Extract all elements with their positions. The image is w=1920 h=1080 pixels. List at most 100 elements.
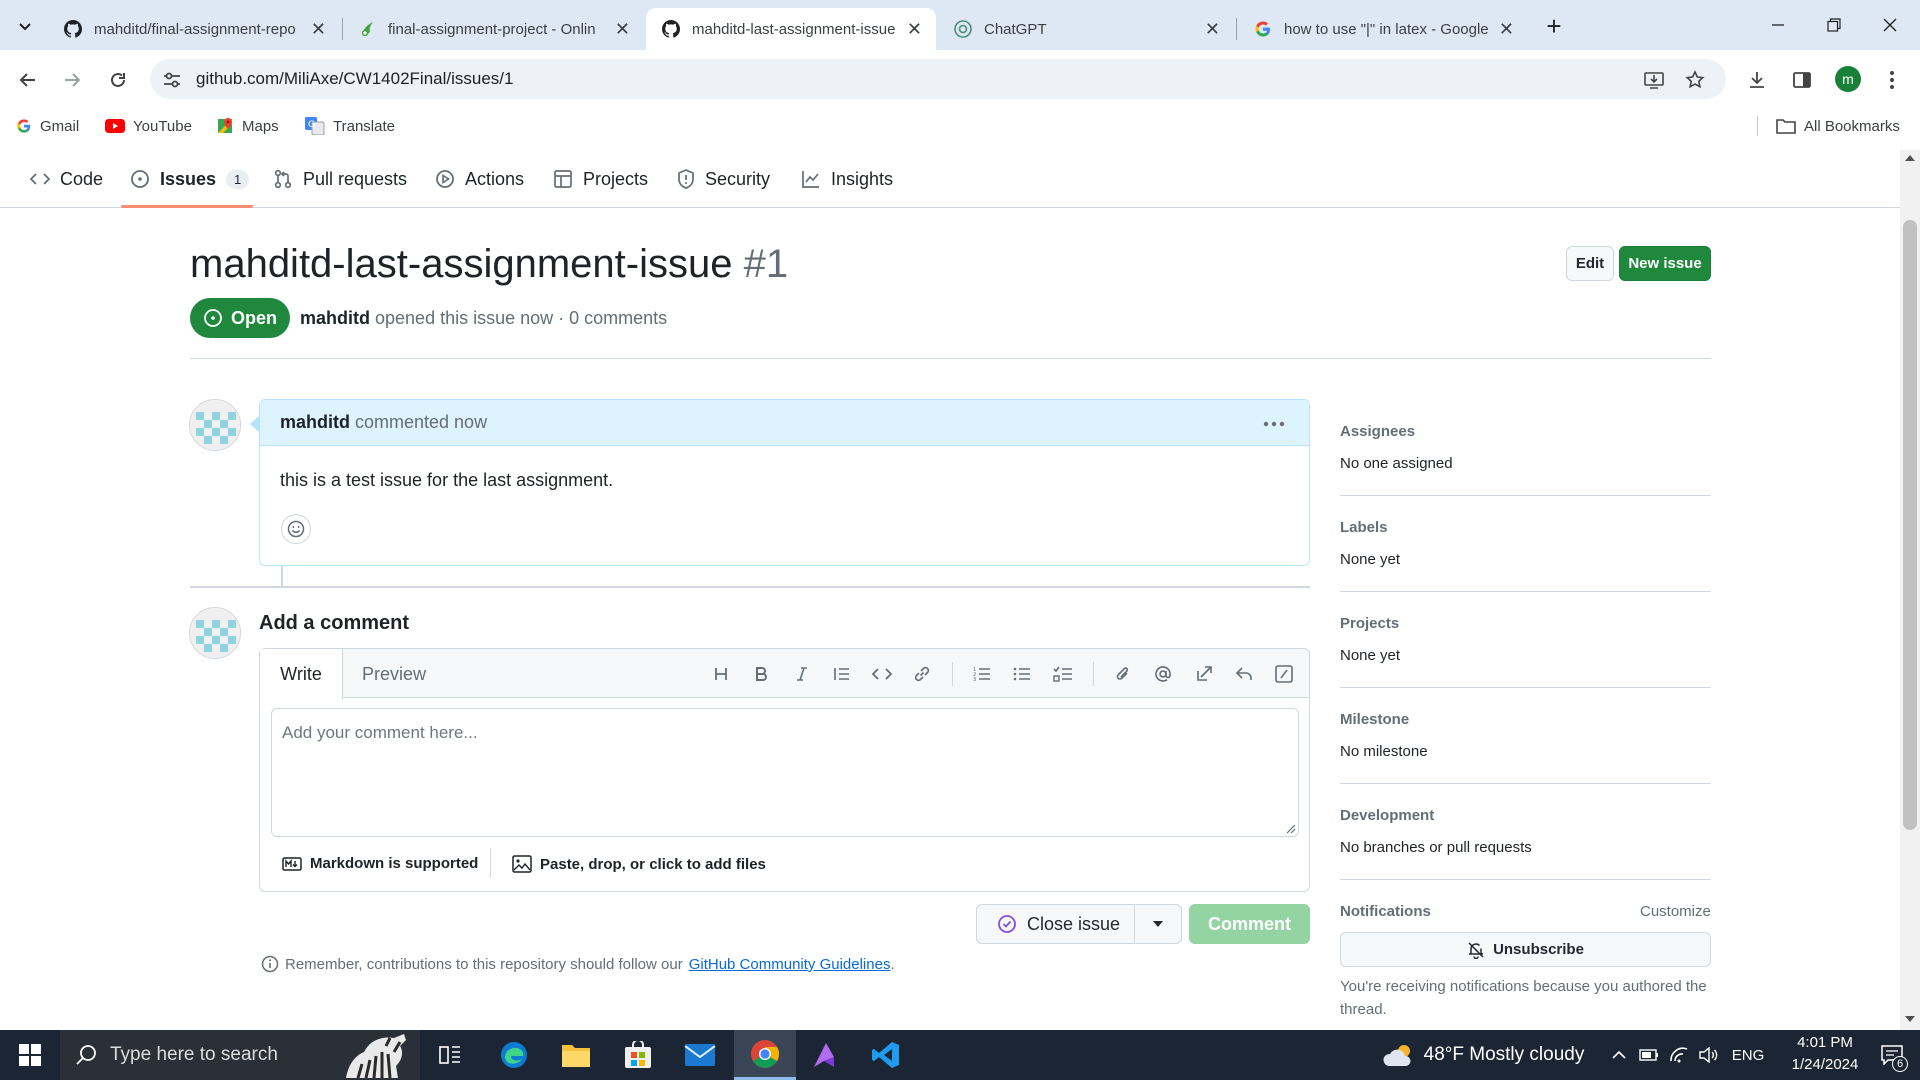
add-reaction-button[interactable] [281,514,311,544]
new-issue-button[interactable]: New issue [1619,246,1711,281]
new-tab-button[interactable]: + [1538,10,1570,42]
nav-tab-security[interactable]: Security [677,150,770,208]
comment-textarea[interactable]: Add your comment here... [271,708,1299,837]
comment-author[interactable]: mahditd [280,412,350,433]
nav-tab-insights[interactable]: Insights [801,150,893,208]
resize-handle-icon[interactable] [1286,824,1296,834]
back-button[interactable] [12,64,44,96]
tab-preview[interactable]: Preview [344,649,444,699]
bookmark-youtube[interactable]: YouTube [105,108,192,144]
battery-indicator[interactable] [1634,1030,1664,1080]
link-button[interactable] [907,660,937,688]
nav-tab-projects[interactable]: Projects [553,150,648,208]
avatar[interactable] [189,399,241,451]
nav-tab-code[interactable]: Code [30,150,103,208]
close-issue-dropdown-button[interactable] [1135,905,1181,943]
close-icon[interactable]: ✕ [1205,19,1220,40]
scroll-down-arrow-icon[interactable] [1905,1016,1915,1022]
unsubscribe-button[interactable]: Unsubscribe [1340,932,1711,967]
sidebar-labels-heading[interactable]: Labels [1340,519,1388,536]
sidebar-development-heading[interactable]: Development [1340,807,1434,824]
bookmark-translate[interactable]: G Translate [305,108,395,144]
store-icon [625,1041,651,1068]
taskbar-app-vscode[interactable] [858,1030,914,1080]
taskbar-app-chrome[interactable] [734,1030,796,1080]
close-icon[interactable]: ✕ [615,19,630,40]
taskbar-app-store[interactable] [610,1030,666,1080]
bookmark-star-button[interactable] [1681,66,1709,94]
bookmark-gmail[interactable]: Gmail [16,108,79,144]
sidebar-assignees-heading[interactable]: Assignees [1340,423,1415,440]
saved-replies-button[interactable] [1229,660,1259,688]
browser-tab-active[interactable]: mahditd-last-assignment-issue ✕ [646,8,936,50]
comment-submit-button[interactable]: Comment [1189,904,1310,944]
customize-notifications-link[interactable]: Customize [1640,903,1711,920]
restore-button[interactable] [1806,0,1862,50]
address-bar[interactable]: github.com/MiliAxe/CW1402Final/issues/1 [150,59,1726,99]
taskbar-app-purple[interactable] [796,1030,852,1080]
browser-tab[interactable]: mahditd/final-assignment-repo ✕ [48,8,340,50]
guidelines-link[interactable]: GitHub Community Guidelines [689,956,891,973]
attach-files-button[interactable]: Paste, drop, or click to add files [512,855,766,873]
forward-button[interactable] [56,64,88,96]
italic-button[interactable] [787,660,817,688]
slash-commands-button[interactable] [1269,660,1299,688]
show-hidden-icons-button[interactable] [1604,1030,1634,1080]
taskbar-app-edge[interactable] [486,1030,542,1080]
issue-author-link[interactable]: mahditd [300,308,370,328]
side-panel-button[interactable] [1788,66,1816,94]
network-indicator[interactable] [1664,1030,1694,1080]
browser-menu-button[interactable] [1880,66,1904,94]
markdown-support-link[interactable]: Markdown is supported [282,855,478,872]
taskbar-app-file-explorer[interactable] [548,1030,604,1080]
attach-button[interactable] [1108,660,1138,688]
reload-button[interactable] [102,64,134,96]
cross-reference-button[interactable] [1189,660,1219,688]
scroll-up-arrow-icon[interactable] [1905,155,1915,161]
bold-button[interactable] [746,660,776,688]
language-indicator[interactable]: ENG [1728,1030,1768,1080]
browser-tab[interactable]: final-assignment-project - Onlin ✕ [344,8,644,50]
install-app-button[interactable] [1640,66,1668,94]
minimize-button[interactable] [1750,0,1806,50]
code-button[interactable] [867,660,897,688]
avatar[interactable] [189,607,241,659]
browser-tab[interactable]: ChatGPT ✕ [938,8,1234,50]
edit-button[interactable]: Edit [1566,246,1614,281]
downloads-button[interactable] [1743,66,1771,94]
comment-options-button[interactable] [1258,412,1290,436]
task-list-button[interactable] [1048,660,1078,688]
taskbar-search-box[interactable]: Type here to search [60,1030,420,1080]
bookmark-maps[interactable]: Maps [216,108,279,144]
unordered-list-button[interactable] [1007,660,1037,688]
start-button[interactable] [2,1030,58,1080]
browser-tab[interactable]: how to use "|" in latex - Google ✕ [1238,8,1528,50]
translate-icon: G [305,117,325,135]
nav-tab-pull-requests[interactable]: Pull requests [273,150,407,208]
quote-button[interactable] [827,660,857,688]
scrollbar-thumb[interactable] [1903,220,1917,830]
sidebar-milestone-heading[interactable]: Milestone [1340,711,1409,728]
close-window-button[interactable] [1862,0,1918,50]
tab-write[interactable]: Write [260,649,343,699]
ordered-list-button[interactable]: 123 [967,660,997,688]
notifications-button[interactable] [1864,1030,1920,1080]
close-icon[interactable]: ✕ [907,19,922,40]
profile-avatar[interactable]: m [1835,66,1861,92]
tab-search-button[interactable] [10,12,40,40]
mention-button[interactable] [1148,660,1178,688]
close-icon[interactable]: ✕ [311,19,326,40]
taskbar-app-mail[interactable] [672,1030,728,1080]
weather-widget[interactable]: 48°F Mostly cloudy [1378,1030,1588,1080]
task-view-button[interactable] [422,1030,478,1080]
volume-indicator[interactable] [1694,1030,1724,1080]
all-bookmarks-button[interactable]: All Bookmarks [1776,108,1900,144]
heading-button[interactable] [706,660,736,688]
close-icon[interactable]: ✕ [1499,19,1514,40]
sidebar-projects-heading[interactable]: Projects [1340,615,1399,632]
url-text[interactable]: github.com/MiliAxe/CW1402Final/issues/1 [196,69,513,89]
nav-tab-actions[interactable]: Actions [435,150,524,208]
site-info-button[interactable] [160,68,184,92]
comment-time[interactable]: commented now [355,412,487,433]
nav-tab-issues[interactable]: Issues 1 [130,150,250,208]
